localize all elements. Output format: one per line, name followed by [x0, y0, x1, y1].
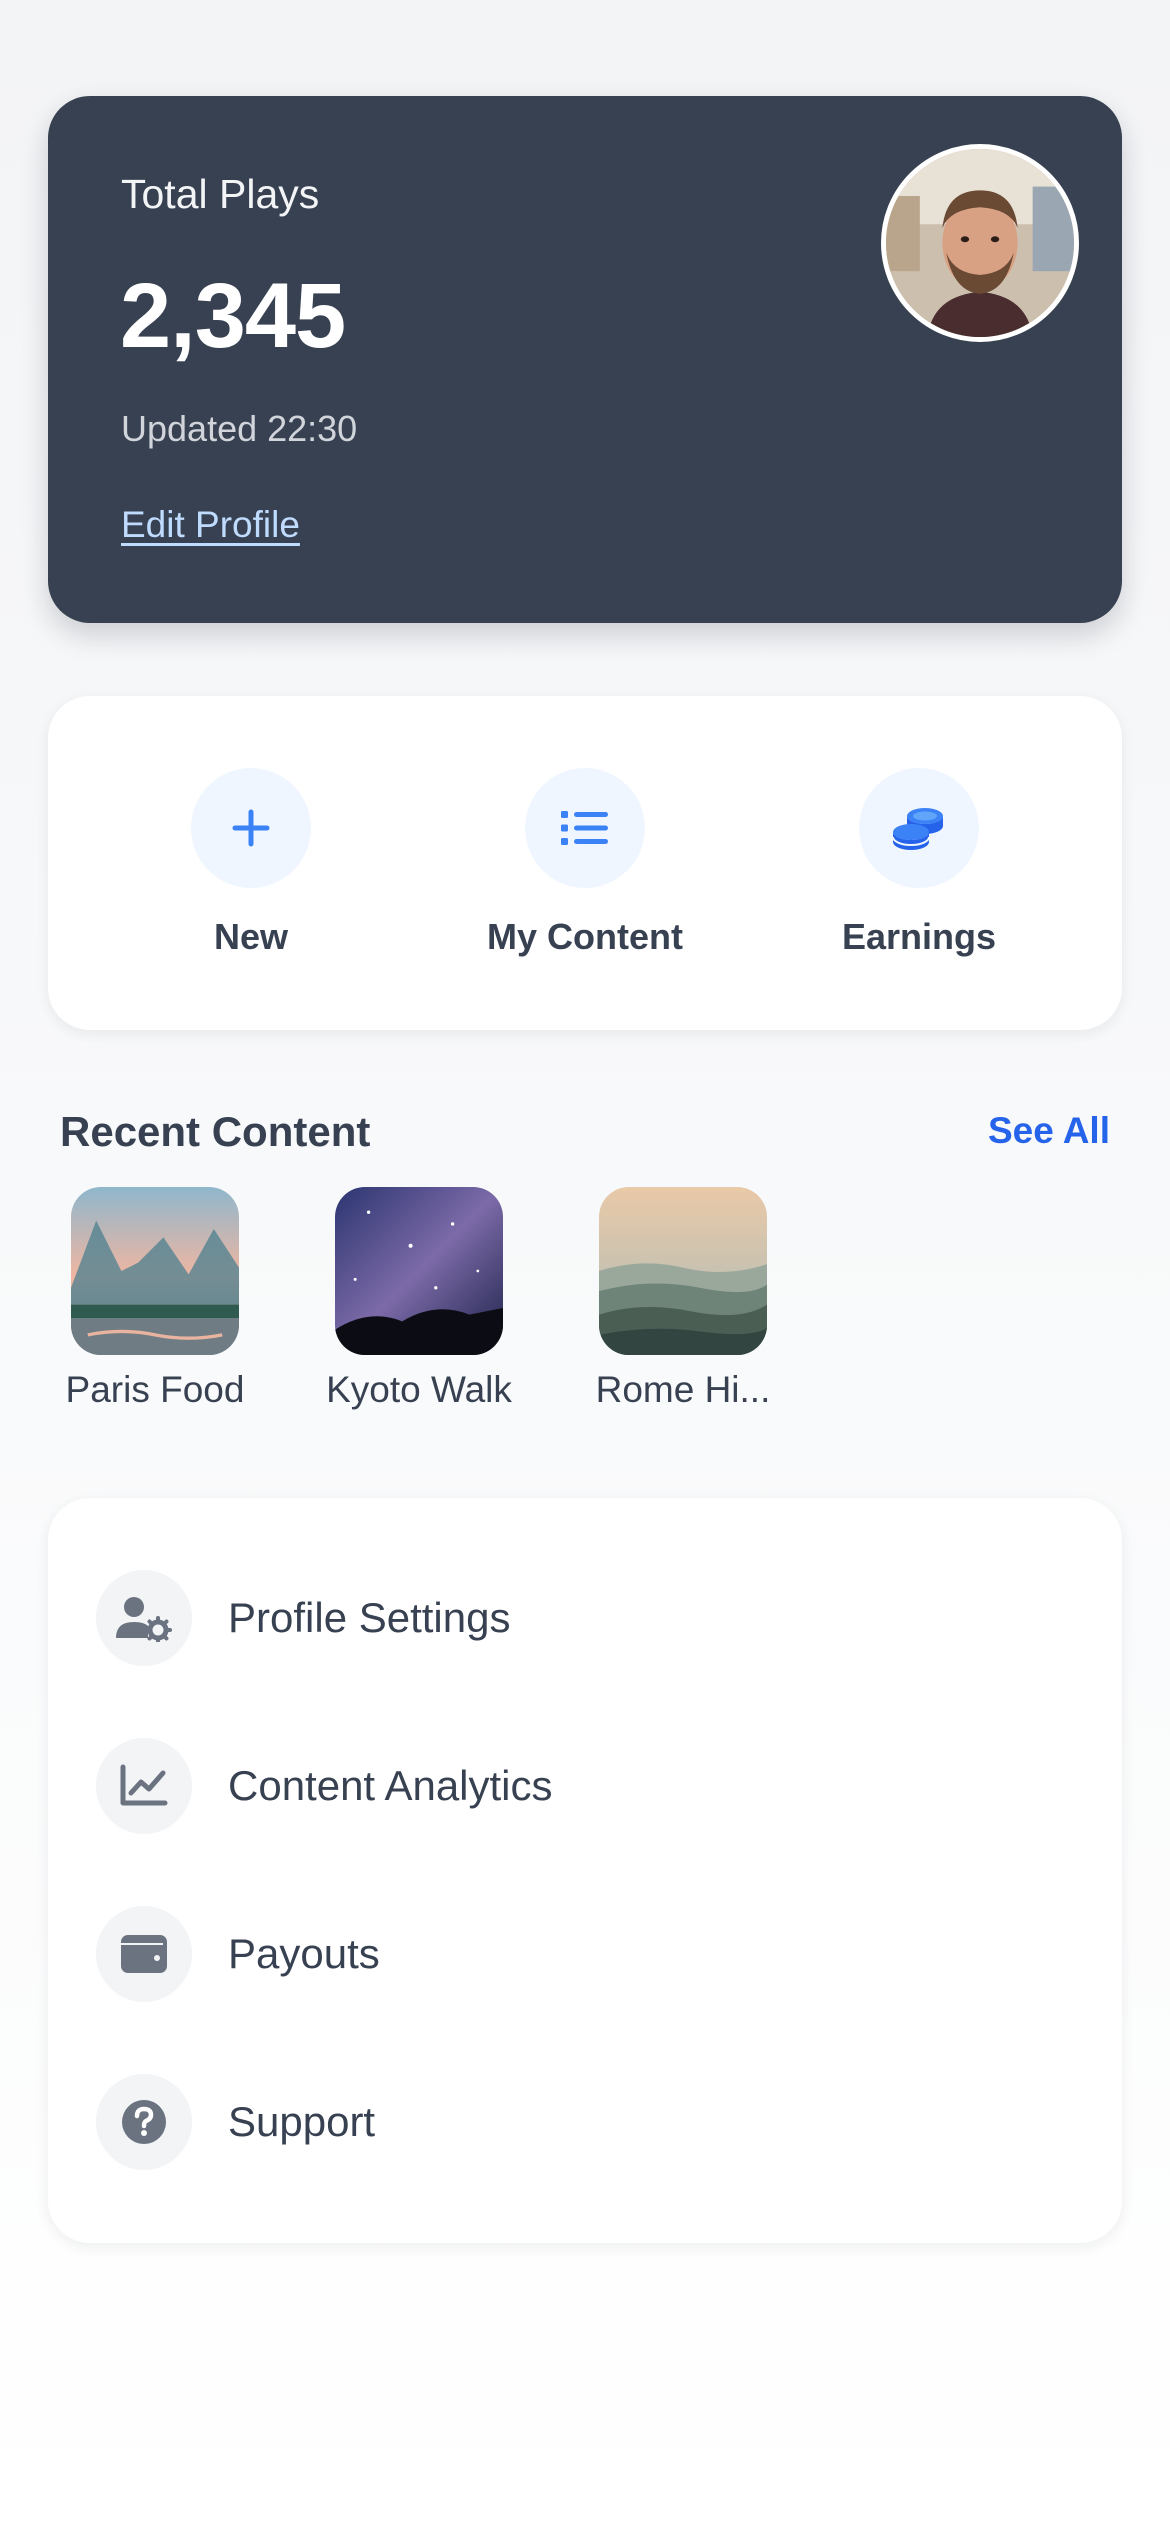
menu-item-label: Content Analytics: [228, 1762, 553, 1809]
menu-item-content-analytics[interactable]: Content Analytics: [96, 1738, 1076, 1834]
edit-profile-link[interactable]: Edit Profile: [121, 504, 300, 546]
avatar-photo: [886, 149, 1074, 337]
recent-item-paris-food[interactable]: Paris Food: [50, 1187, 260, 1411]
recent-content-title: Recent Content: [60, 1108, 371, 1155]
menu-item-label: Payouts: [228, 1930, 380, 1977]
new-label: New: [213, 916, 289, 957]
recent-item-kyoto-walk[interactable]: Kyoto Walk: [314, 1187, 524, 1411]
new-button[interactable]: New: [101, 768, 401, 968]
my-content-label: My Content: [487, 916, 683, 957]
stats-card: Total Plays 2,345 Updated 22:30 Edit Pro…: [48, 96, 1122, 623]
recent-item-rome[interactable]: Rome Hi...: [578, 1187, 788, 1411]
payouts-icon-circle: [96, 1906, 192, 2002]
content-analytics-icon-circle: [96, 1738, 192, 1834]
support-icon-circle: [96, 2074, 192, 2170]
list-icon: [561, 811, 608, 845]
total-plays-value: 2,345: [120, 265, 346, 367]
coins-icon: [892, 808, 943, 850]
earnings-button[interactable]: Earnings: [769, 768, 1069, 968]
my-content-icon-circle: [525, 768, 645, 888]
night-sky-thumbnail: [335, 1187, 503, 1355]
settings-menu-card: Profile Settings Content Analytics Payou…: [48, 1498, 1122, 2243]
plus-icon: [232, 809, 270, 847]
stats-label: Total Plays: [121, 171, 320, 217]
recent-item-label: Kyoto Walk: [326, 1369, 512, 1410]
new-icon-circle: [191, 768, 311, 888]
mountain-lake-thumbnail: [71, 1187, 239, 1355]
see-all-link[interactable]: See All: [988, 1110, 1110, 1152]
recent-item-label: Paris Food: [65, 1369, 245, 1410]
my-content-button[interactable]: My Content: [435, 768, 735, 968]
recent-item-label: Rome Hi...: [595, 1369, 771, 1410]
earnings-label: Earnings: [841, 916, 997, 957]
menu-item-payouts[interactable]: Payouts: [96, 1906, 1076, 2002]
user-gear-icon: [116, 1597, 172, 1642]
menu-item-label: Support: [228, 2098, 376, 2145]
updated-timestamp: Updated 22:30: [121, 408, 358, 449]
quick-actions-card: New My Content Earnings: [48, 696, 1122, 1030]
menu-item-support[interactable]: Support: [96, 2074, 1076, 2170]
question-circle-icon: [122, 2100, 166, 2144]
menu-item-label: Profile Settings: [228, 1594, 511, 1641]
earnings-icon-circle: [859, 768, 979, 888]
chart-line-icon: [120, 1764, 168, 1806]
wallet-icon: [121, 1935, 167, 1973]
menu-item-profile-settings[interactable]: Profile Settings: [96, 1570, 1076, 1666]
misty-hills-thumbnail: [599, 1187, 767, 1355]
profile-settings-icon-circle: [96, 1570, 192, 1666]
avatar[interactable]: [881, 144, 1079, 342]
